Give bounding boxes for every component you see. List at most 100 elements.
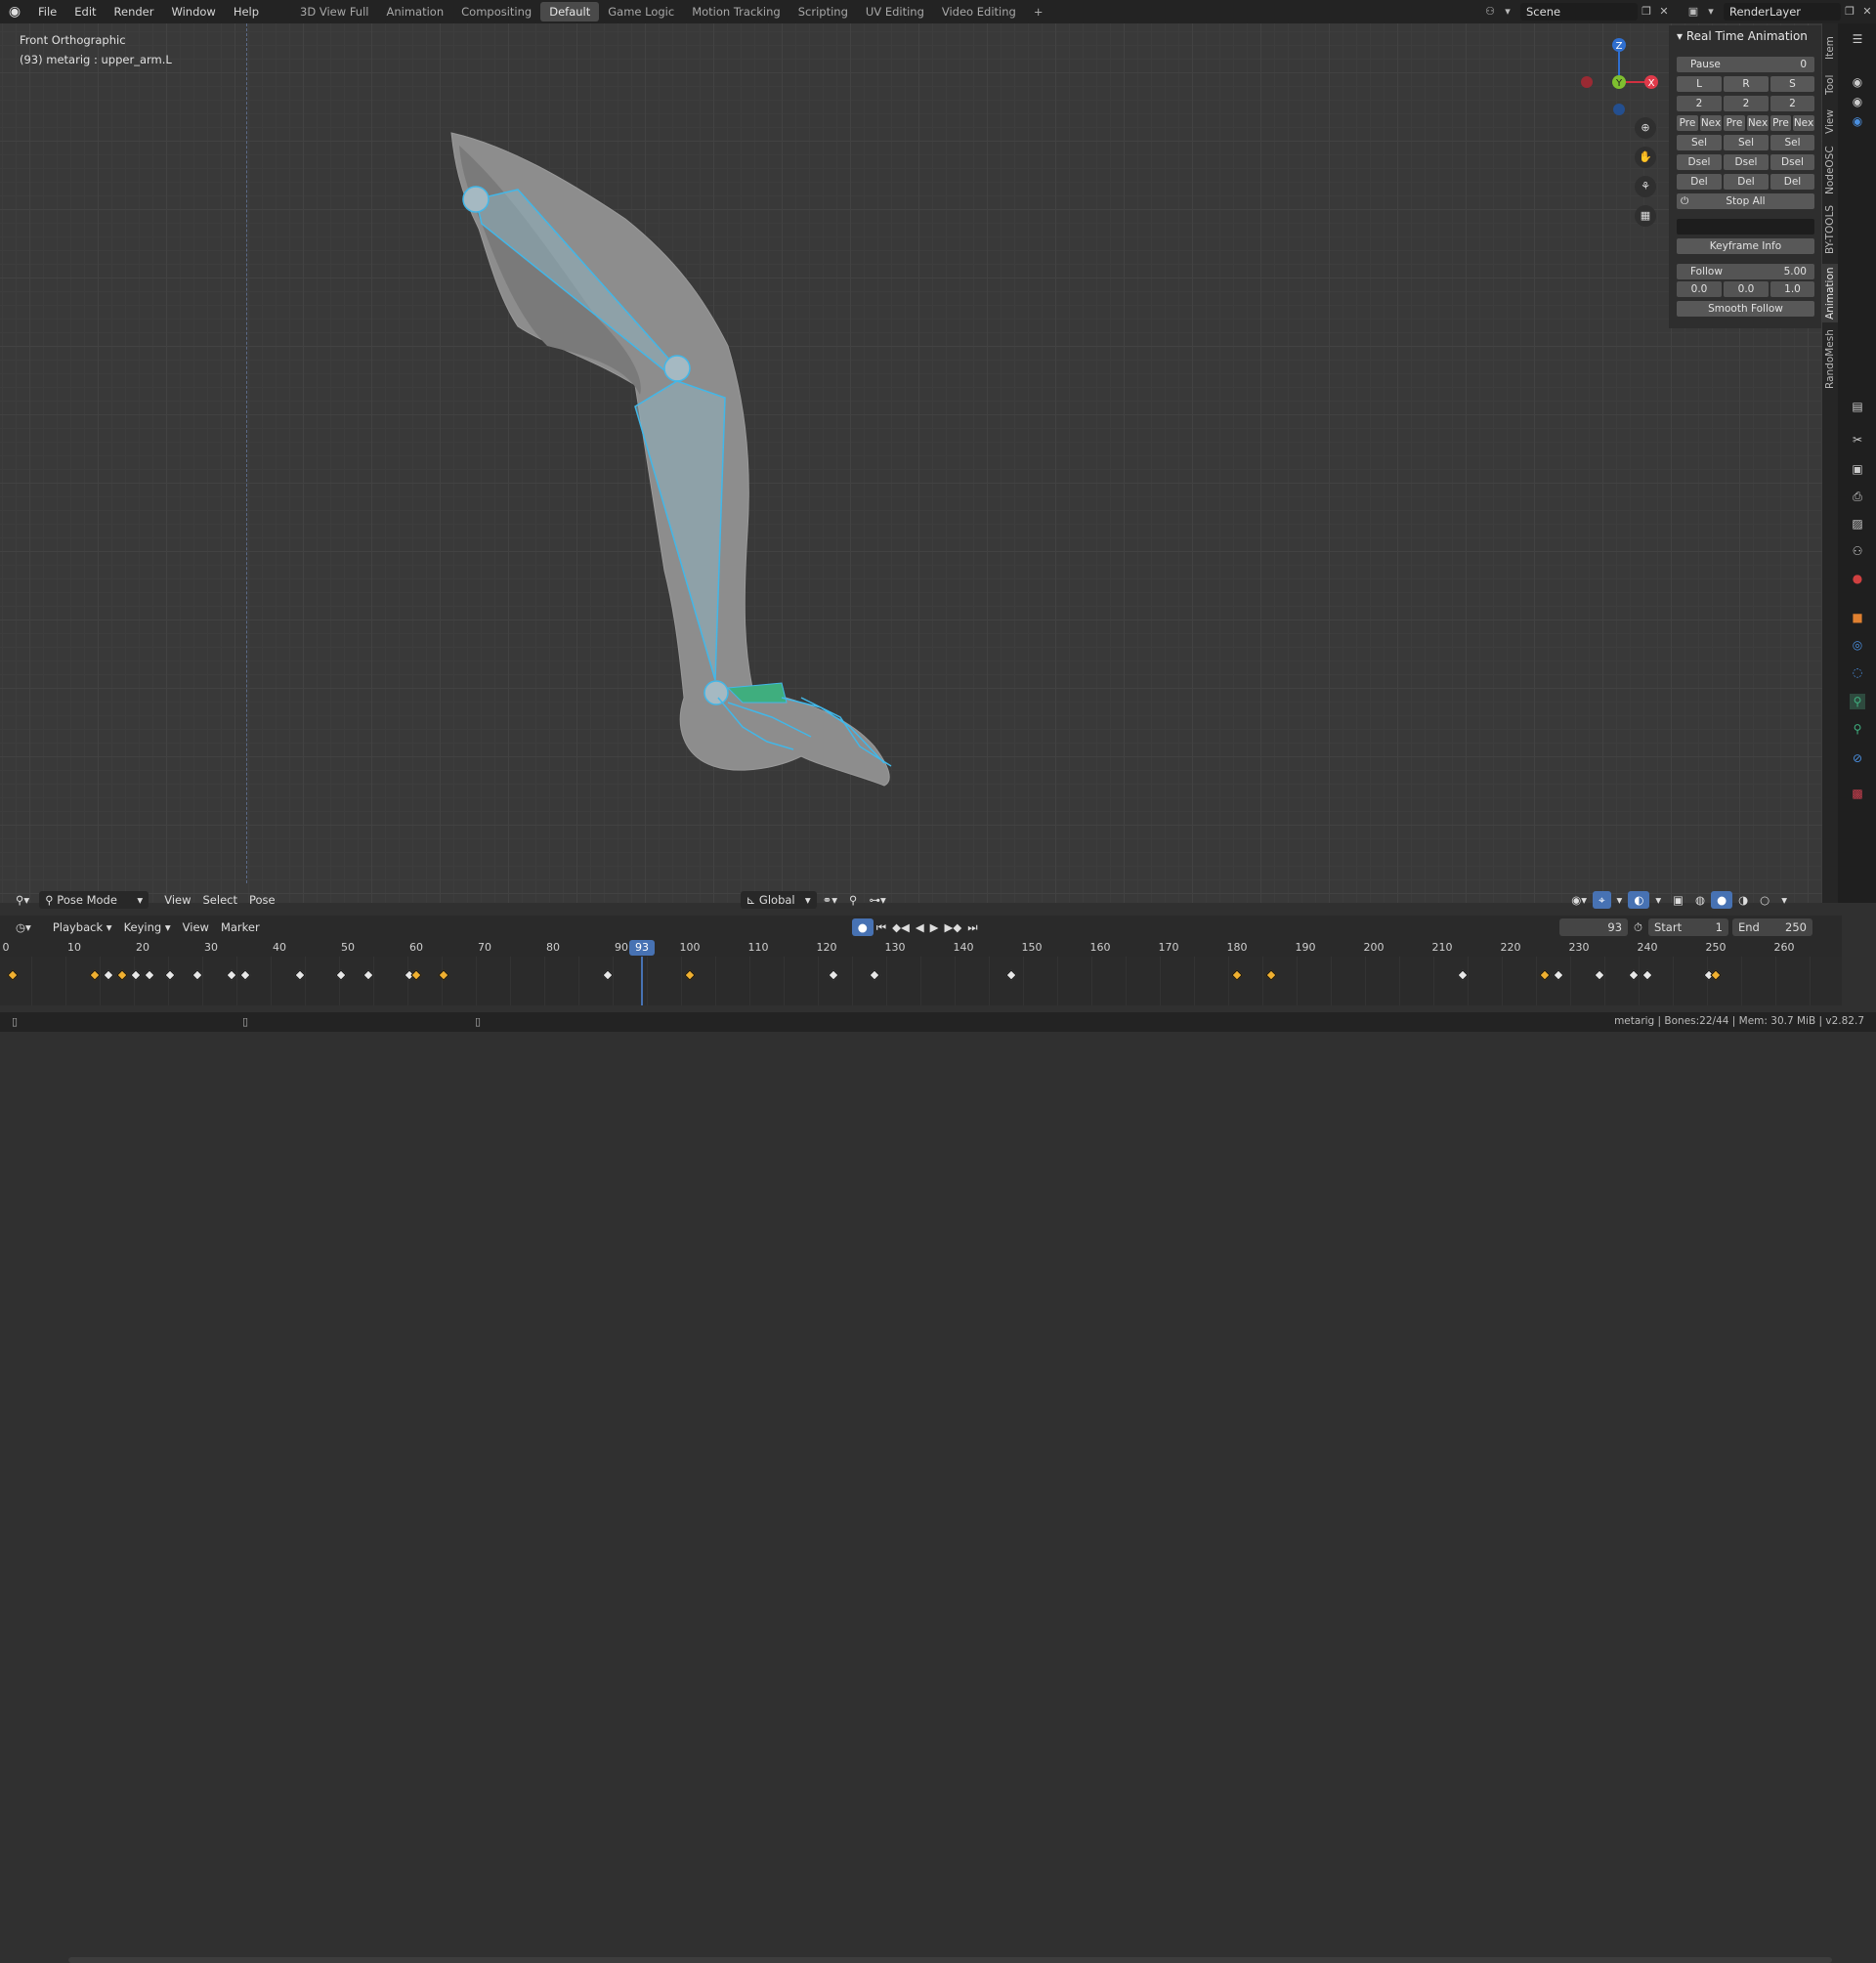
object-icon[interactable]: ■ [1850,610,1865,625]
shading-material-icon[interactable]: ◑ [1732,891,1754,909]
count-field-1[interactable]: 2 [1677,96,1722,111]
keyframe-diamond[interactable] [1231,969,1243,981]
pan-hand-icon[interactable]: ✋ [1635,147,1656,168]
keyframe-info-button[interactable]: Keyframe Info [1677,238,1814,254]
3d-viewport[interactable]: Front Orthographic (93) metarig : upper_… [0,23,1822,903]
timeline-ruler[interactable]: 0 10 20 30 40 50 60 70 80 90 100 110 120 130 140 150 160… [0,939,1842,957]
tab-animation[interactable]: Animation [377,2,452,21]
nex-button-1[interactable]: Nex [1700,115,1722,131]
view-layer-icon[interactable]: ▨ [1850,516,1865,532]
vec-field-x[interactable]: 0.0 [1677,281,1722,297]
end-frame-field[interactable]: End 250 [1732,918,1812,936]
chevron-down-icon[interactable]: ▾ [1775,891,1793,909]
armature-icon[interactable]: ⚲ [1850,694,1865,709]
r-button[interactable]: R [1724,76,1769,92]
vec-field-y[interactable]: 0.0 [1724,281,1769,297]
tab-animation-side[interactable]: Animation [1822,264,1838,322]
keyframe-diamond[interactable] [239,969,251,981]
jump-start-icon[interactable]: ⏮ [874,918,889,936]
render-layer-icon[interactable]: ▣ [1684,3,1702,21]
shading-solid-icon[interactable]: ● [1711,891,1733,909]
mode-dropdown[interactable]: ⚲ Pose Mode ▾ [39,891,149,909]
del-button-1[interactable]: Del [1677,174,1722,190]
shading-render-icon[interactable]: ○ [1754,891,1775,909]
jump-end-icon[interactable]: ⏭ [964,918,980,936]
eye-icon[interactable]: ◉ [1850,113,1865,129]
tab-uv-editing[interactable]: UV Editing [857,2,933,21]
keyframe-diamond[interactable] [1642,969,1653,981]
keyframe-diamond[interactable] [7,969,19,981]
tab-item[interactable]: Item [1822,31,1838,64]
menu-marker[interactable]: Marker [215,918,266,936]
orientation-dropdown[interactable]: ⊾ Global ▾ [740,891,817,909]
menu-timeline-view[interactable]: View [177,918,215,936]
keyframe-diamond[interactable] [684,969,696,981]
menu-help[interactable]: Help [225,5,268,19]
current-frame-field[interactable]: 93 [1559,918,1629,936]
timeline-scrollbar[interactable] [68,1957,1832,1963]
tab-motion-tracking[interactable]: Motion Tracking [683,2,789,21]
keying-dropdown[interactable]: Keying ▾ [118,918,177,936]
sel-button-2[interactable]: Sel [1724,135,1769,150]
tab-randomesh[interactable]: RandoMesh [1822,328,1838,391]
world-icon[interactable]: ● [1850,571,1865,586]
del-button-3[interactable]: Del [1770,174,1814,190]
render-icon[interactable]: ▣ [1850,461,1865,477]
keyframe-diamond[interactable] [410,969,422,981]
modifier-icon[interactable]: ◎ [1850,637,1865,653]
prev-keyframe-icon[interactable]: ◆◀ [889,918,913,936]
keyframe-diamond[interactable] [164,969,176,981]
editor-type-icon[interactable]: ⚲▾ [10,891,35,909]
new-scene-icon[interactable]: ❐ [1638,3,1655,21]
count-field-2[interactable]: 2 [1724,96,1769,111]
keyframe-diamond[interactable] [438,969,449,981]
pre-button-3[interactable]: Pre [1770,115,1791,131]
tab-nodeosc[interactable]: NodeOSC [1822,143,1838,197]
menu-view[interactable]: View [158,891,196,909]
keyframe-diamond[interactable] [1457,969,1469,981]
record-icon[interactable]: ● [851,918,874,936]
close-icon[interactable]: ✕ [1655,3,1673,21]
visibility-icon[interactable]: ◉▾ [1565,891,1593,909]
keyframe-diamond[interactable] [89,969,101,981]
dsel-button-3[interactable]: Dsel [1770,154,1814,170]
keyframe-diamond[interactable] [828,969,839,981]
s-button[interactable]: S [1770,76,1814,92]
tab-default[interactable]: Default [540,2,600,21]
tab-game-logic[interactable]: Game Logic [599,2,683,21]
new-layer-icon[interactable]: ❐ [1841,3,1858,21]
menu-edit[interactable]: Edit [65,5,105,19]
scene-field[interactable]: Scene [1520,3,1638,21]
tool-icon[interactable]: ✂ [1850,432,1865,448]
menu-render[interactable]: Render [106,5,163,19]
output-icon[interactable]: ⎙ [1850,489,1865,504]
shading-wire-icon[interactable]: ◍ [1689,891,1711,909]
menu-pose[interactable]: Pose [243,891,281,909]
tab-tool[interactable]: Tool [1822,68,1838,102]
scene-icon[interactable]: ⚇ [1481,3,1499,21]
pivot-icon[interactable]: ⚭▾ [817,891,843,909]
gizmo-toggle-icon[interactable]: ⌖ [1593,891,1611,909]
keyframe-diamond[interactable] [103,969,114,981]
tab-by-tools[interactable]: BY-TOOLS [1822,201,1838,258]
play-icon[interactable]: ▶ [927,918,942,936]
l-button[interactable]: L [1677,76,1722,92]
smooth-follow-button[interactable]: Smooth Follow [1677,301,1814,317]
xray-icon[interactable]: ▣ [1667,891,1689,909]
stop-all-button[interactable]: ⏻ Stop All [1677,193,1814,209]
keyframe-diamond[interactable] [192,969,203,981]
timeline-keyframe-area[interactable] [0,957,1842,1963]
menu-window[interactable]: Window [162,5,224,19]
keyframe-diamond[interactable] [869,969,880,981]
particles-icon[interactable]: ◌ [1850,664,1865,680]
empty-field[interactable] [1677,219,1814,235]
count-field-3[interactable]: 2 [1770,96,1814,111]
camera-icon[interactable]: ⚘ [1635,176,1656,197]
sel-button-1[interactable]: Sel [1677,135,1722,150]
panel-header[interactable]: ▾ Real Time Animation [1669,25,1821,47]
outliner-icon[interactable]: ☰ [1850,31,1865,47]
keyframe-diamond[interactable] [1710,969,1722,981]
menu-select[interactable]: Select [197,891,243,909]
chevron-down-icon[interactable]: ▾ [1649,891,1667,909]
add-workspace-button[interactable]: + [1025,2,1052,21]
